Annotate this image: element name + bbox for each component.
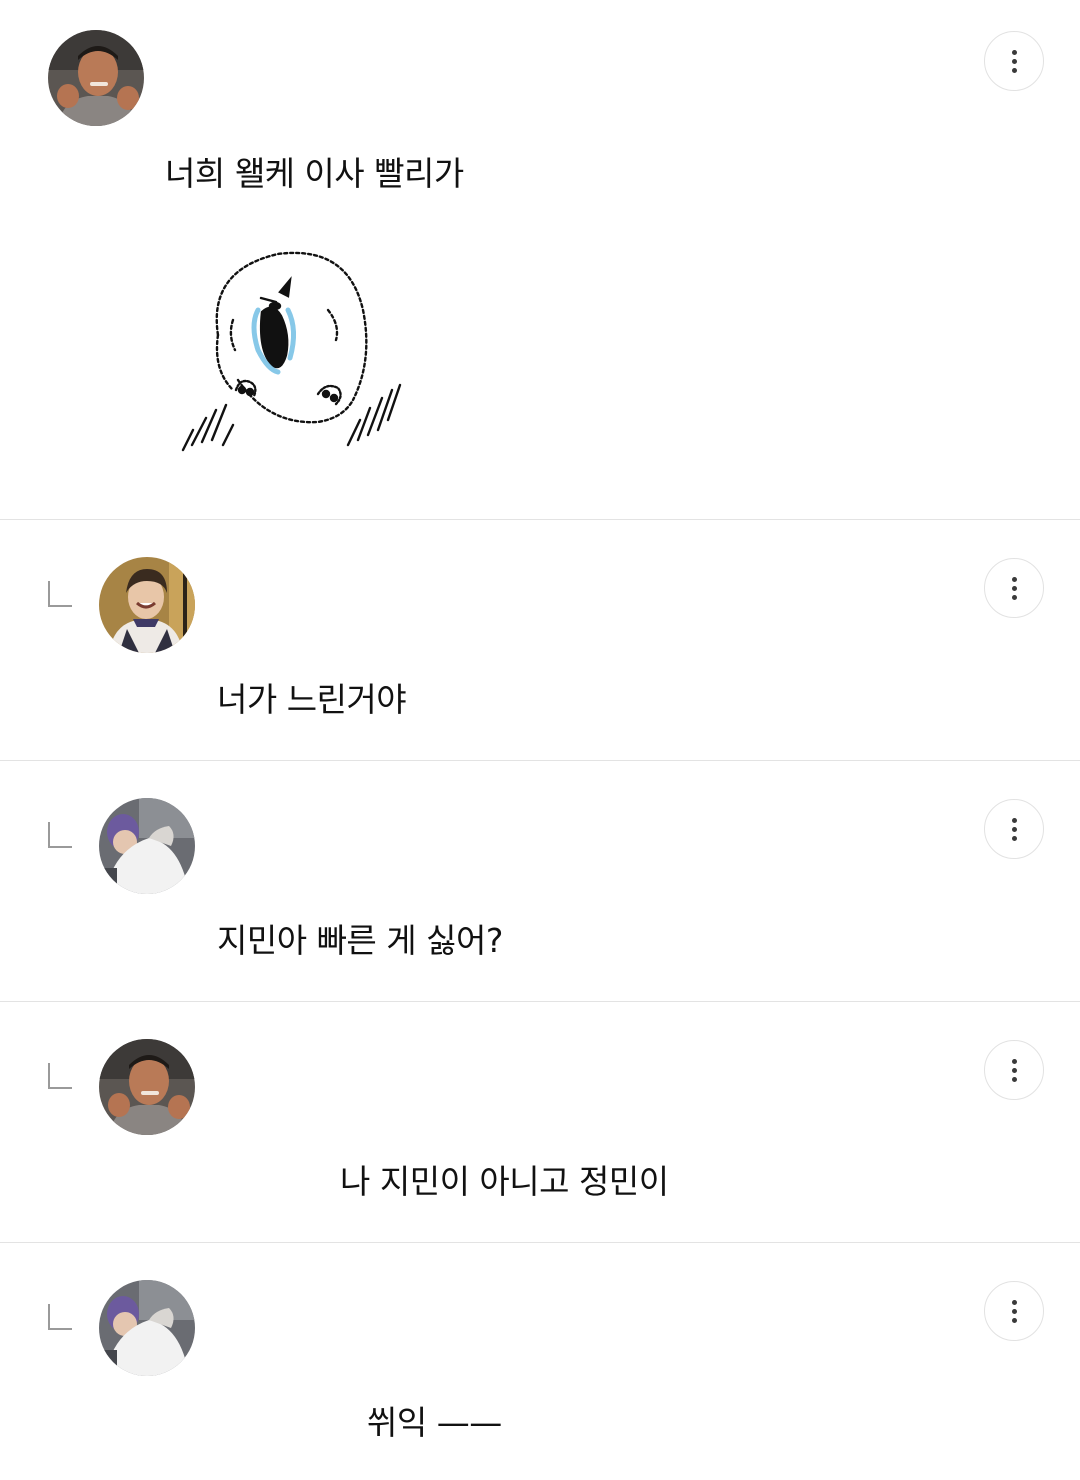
more-vertical-icon [1011, 1299, 1017, 1305]
reply-indicator-icon [48, 1063, 72, 1089]
comment-3: 지민아 빠른 게 싫어? [0, 761, 1080, 1002]
comment-text: 나 지민이 아니고 정민이 [340, 1162, 669, 1201]
more-vertical-icon [1011, 817, 1017, 823]
avatar-smiling-person-image [99, 557, 195, 653]
avatar-man-fists-image [99, 1039, 195, 1135]
more-options-button[interactable] [984, 31, 1044, 91]
reply-indicator-icon [48, 822, 72, 848]
avatar[interactable] [99, 798, 195, 894]
avatar-man-fists-image [48, 30, 144, 126]
avatar-person-white-shirt-image [99, 798, 195, 894]
more-options-button[interactable] [984, 1281, 1044, 1341]
avatar[interactable] [99, 1039, 195, 1135]
comment-5: 쒸익 —— [0, 1243, 1080, 1480]
more-vertical-icon [1011, 576, 1017, 582]
comment-text: 너희 왤케 이사 빨리가 [165, 154, 464, 193]
comment-4: 나 지민이 아니고 정민이 [0, 1002, 1080, 1243]
comment-text: 지민아 빠른 게 싫어? [217, 921, 503, 960]
more-vertical-icon [1011, 49, 1017, 55]
comment-text: 쒸익 —— [367, 1403, 502, 1442]
avatar[interactable] [48, 30, 144, 126]
crying-fluffy-dog-sticker [181, 251, 402, 452]
comment-text: 너가 느린거야 [217, 680, 407, 719]
reply-indicator-icon [48, 1304, 72, 1330]
more-options-button[interactable] [984, 558, 1044, 618]
more-vertical-icon [1011, 1058, 1017, 1064]
avatar[interactable] [99, 557, 195, 653]
comment-2: 너가 느린거야 [0, 520, 1080, 761]
avatar[interactable] [99, 1280, 195, 1376]
more-options-button[interactable] [984, 799, 1044, 859]
more-options-button[interactable] [984, 1040, 1044, 1100]
comment-1: 너희 왤케 이사 빨리가 [0, 0, 1080, 520]
reply-indicator-icon [48, 581, 72, 607]
avatar-person-white-shirt-image [99, 1280, 195, 1376]
